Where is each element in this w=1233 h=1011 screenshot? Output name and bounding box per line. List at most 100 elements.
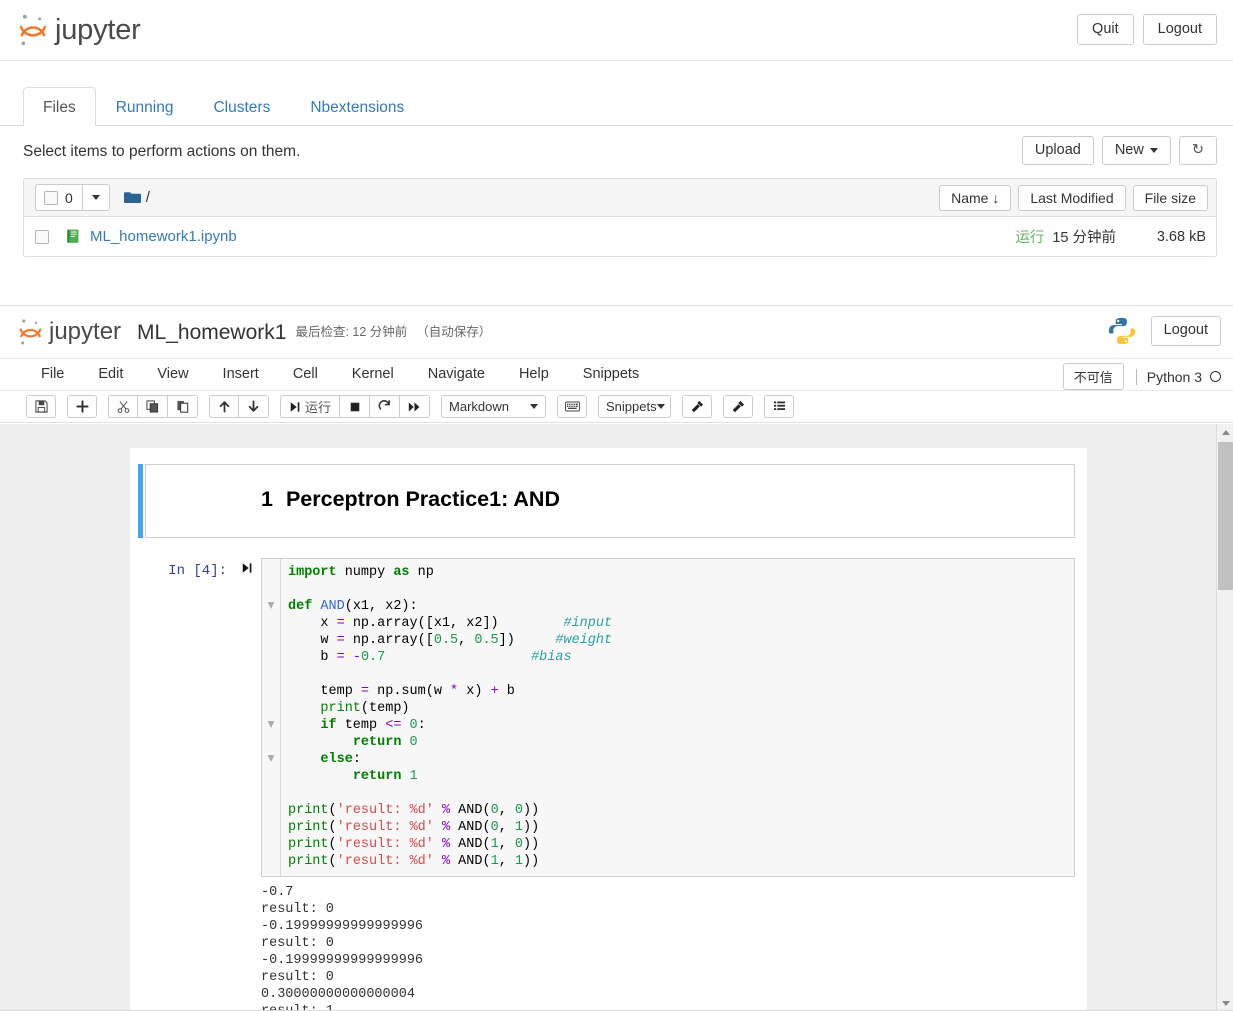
menu-file[interactable]: File: [24, 361, 81, 388]
select-all-box[interactable]: 0: [36, 185, 83, 210]
new-button[interactable]: New: [1101, 136, 1171, 166]
save-button[interactable]: [26, 395, 56, 418]
code-token: (: [328, 802, 337, 818]
file-list: 0 / Name ↓ Last Modified File size ML_ho…: [23, 178, 1217, 257]
code-cell[interactable]: In [4]: ▾ ▾ ▾ import numpy as np def AND…: [145, 557, 1075, 877]
move-cell-down-button[interactable]: [239, 395, 269, 418]
snippets-select[interactable]: Snippets: [598, 395, 672, 418]
run-cell-button[interactable]: 运行: [280, 395, 341, 418]
select-all-checkbox[interactable]: [44, 190, 58, 205]
code-fold-toggle[interactable]: ▾: [262, 598, 280, 615]
file-row-checkbox[interactable]: [35, 229, 49, 244]
menu-navigate[interactable]: Navigate: [411, 361, 502, 388]
code-token: return: [352, 768, 402, 784]
sort-by-name-button[interactable]: Name ↓: [939, 185, 1012, 211]
menu-cell[interactable]: Cell: [276, 361, 335, 388]
code-token: np.array([: [344, 632, 434, 648]
move-cell-up-button[interactable]: [209, 395, 239, 418]
output-spacer: [145, 884, 261, 1011]
sort-by-size-button[interactable]: File size: [1132, 185, 1208, 211]
menu-snippets[interactable]: Snippets: [566, 361, 656, 388]
code-token: =: [360, 683, 370, 699]
code-token: #weight: [555, 632, 613, 648]
vertical-scrollbar[interactable]: [1216, 424, 1233, 1011]
code-fold-toggle[interactable]: ▾: [262, 751, 280, 768]
code-fold-toggle[interactable]: ▾: [262, 717, 280, 734]
kernel-indicator[interactable]: Python 3: [1135, 368, 1221, 385]
menu-help[interactable]: Help: [502, 361, 566, 388]
code-token: (x1, x2):: [344, 598, 418, 614]
tab-running[interactable]: Running: [96, 87, 194, 126]
menu-edit[interactable]: Edit: [81, 361, 140, 388]
code-line: print('result: %d' % AND(1, 0)): [288, 836, 1074, 853]
code-token: AND(: [450, 853, 491, 869]
insert-cell-below-button[interactable]: [67, 395, 97, 418]
tab-nbextensions[interactable]: Nbextensions: [290, 87, 424, 126]
code-token: AND(: [450, 802, 491, 818]
new-button-label: New: [1114, 142, 1144, 158]
code-token: 0.5: [433, 632, 459, 648]
scrollbar-thumb[interactable]: [1218, 442, 1233, 590]
restart-run-all-button[interactable]: [400, 395, 431, 418]
code-token: temp: [336, 717, 386, 733]
tab-clusters[interactable]: Clusters: [193, 87, 290, 126]
notebook-scroll-area[interactable]: 1 Perceptron Practice1: AND In [4]: ▾ ▾ ▾…: [0, 424, 1233, 1011]
command-palette-button[interactable]: [557, 395, 588, 418]
paste-button[interactable]: [168, 395, 198, 418]
upload-button[interactable]: Upload: [1021, 136, 1094, 166]
scroll-down-button[interactable]: [1217, 995, 1233, 1011]
code-fold-gutter[interactable]: ▾ ▾ ▾: [262, 564, 280, 870]
code-token: ,: [498, 853, 515, 869]
logout-button[interactable]: Logout: [1150, 316, 1221, 346]
table-of-contents-button[interactable]: [764, 395, 795, 418]
code-editor[interactable]: ▾ ▾ ▾ import numpy as np def AND(x1, x2)…: [261, 557, 1075, 877]
scroll-up-button[interactable]: [1217, 424, 1233, 441]
notebook-header: jupyter ML_homework1 最后检查: 12 分钟前 （自动保存）…: [0, 306, 1233, 359]
toolbar-group-insert: [67, 395, 97, 418]
trust-status-button[interactable]: 不可信: [1062, 363, 1124, 390]
code-fold-blank: [262, 683, 280, 700]
jupyter-logo[interactable]: jupyter: [18, 318, 121, 346]
cut-button[interactable]: [108, 395, 138, 418]
code-source[interactable]: import numpy as np def AND(x1, x2): x = …: [262, 564, 1074, 870]
keyboard-icon: [564, 401, 580, 412]
copy-button[interactable]: [138, 395, 168, 418]
breadcrumb[interactable]: /: [146, 189, 150, 206]
menu-view[interactable]: View: [140, 361, 205, 388]
code-token: )): [523, 819, 540, 835]
code-token: print: [320, 700, 361, 716]
file-link[interactable]: ML_homework1.ipynb: [90, 228, 237, 245]
hammer-button-1[interactable]: [682, 395, 713, 418]
code-token: ,: [498, 836, 515, 852]
code-token: =: [336, 615, 345, 631]
jupyter-logo[interactable]: jupyter: [18, 13, 141, 47]
code-fold-blank: [262, 802, 280, 819]
code-token: 0: [409, 734, 418, 750]
tab-files[interactable]: Files: [23, 86, 96, 126]
code-token: b: [498, 683, 515, 699]
refresh-button[interactable]: ↻: [1178, 136, 1217, 166]
code-token: +: [490, 683, 499, 699]
notebook-title[interactable]: ML_homework1: [137, 322, 286, 343]
cell-type-select[interactable]: Markdown: [441, 395, 547, 418]
markdown-cell[interactable]: 1 Perceptron Practice1: AND: [138, 464, 1075, 538]
quit-button[interactable]: Quit: [1077, 14, 1134, 46]
select-dropdown-button[interactable]: [83, 185, 109, 210]
jupyter-logo-icon: [19, 14, 47, 46]
hammer-button-2[interactable]: [723, 395, 754, 418]
table-row[interactable]: ML_homework1.ipynb 运行 15 分钟前 3.68 kB: [24, 217, 1216, 256]
logout-button[interactable]: Logout: [1142, 14, 1217, 46]
sort-by-modified-button[interactable]: Last Modified: [1018, 185, 1126, 211]
list-icon: [773, 401, 785, 411]
code-fold-blank: [262, 700, 280, 717]
code-fold-blank: [262, 581, 280, 598]
code-token: (: [328, 819, 337, 835]
restart-kernel-button[interactable]: [370, 395, 401, 418]
run-cell-icon[interactable]: [233, 558, 261, 577]
interrupt-kernel-button[interactable]: [340, 395, 371, 418]
code-token: 0: [514, 802, 523, 818]
code-token: return: [352, 734, 402, 750]
menu-insert[interactable]: Insert: [206, 361, 276, 388]
menu-kernel[interactable]: Kernel: [335, 361, 411, 388]
